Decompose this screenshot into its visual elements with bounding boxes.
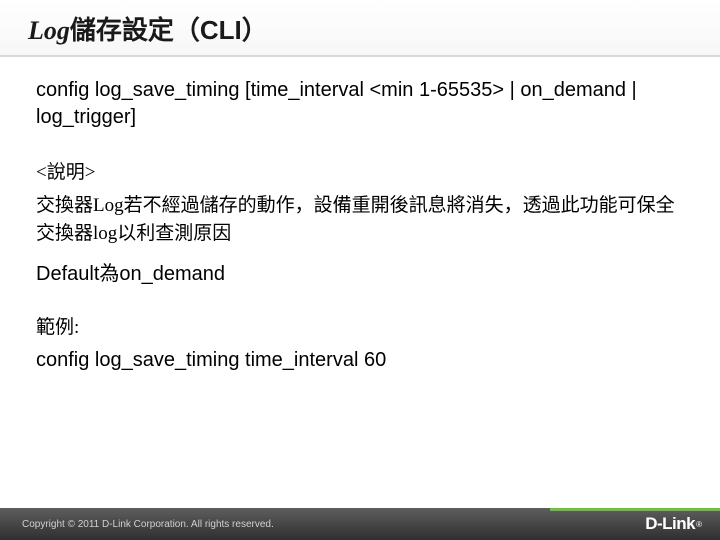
footer-bar: Copyright © 2011 D-Link Corporation. All… — [0, 508, 720, 540]
example-command: config log_save_timing time_interval 60 — [36, 349, 684, 372]
footer-accent — [550, 508, 720, 511]
title-zh: 儲存設定（CLI） — [70, 15, 268, 45]
content-area: config log_save_timing [time_interval <m… — [0, 57, 720, 384]
title-bar: Log儲存設定（CLI） — [0, 0, 720, 57]
default-value-line: Default為on_demand — [36, 257, 684, 286]
title-prefix: Log — [28, 16, 70, 45]
brand-logo: D-Link® — [645, 514, 702, 534]
command-syntax: config log_save_timing [time_interval <m… — [36, 77, 684, 131]
explain-label: <說明> — [36, 157, 684, 184]
example-label: 範例: — [36, 312, 684, 339]
page-title: Log儲存設定（CLI） — [28, 10, 692, 47]
brand-name: D-Link — [645, 514, 695, 534]
description-text: 交換器Log若不經過儲存的動作，設備重開後訊息將消失，透過此功能可保全交換器lo… — [36, 192, 684, 247]
registered-mark: ® — [696, 520, 702, 529]
copyright-text: Copyright © 2011 D-Link Corporation. All… — [22, 519, 274, 530]
